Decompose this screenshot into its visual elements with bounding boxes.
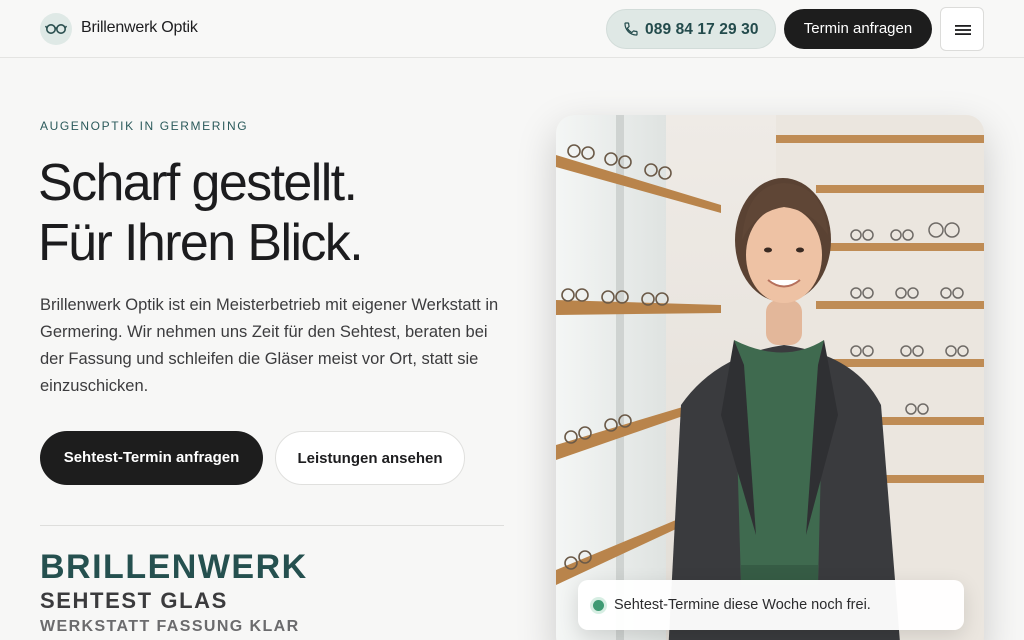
phone-number: 089 84 17 29 30 <box>645 21 759 38</box>
book-eye-test-button[interactable]: Sehtest-Termin anfragen <box>40 431 263 485</box>
brand-name[interactable]: Brillenwerk Optik <box>81 19 198 37</box>
appointment-button-label: Termin anfragen <box>803 20 913 37</box>
menu-button[interactable] <box>940 7 984 51</box>
hero-headline: Scharf gestellt. Für Ihren Blick. <box>38 153 364 273</box>
hero-photo <box>556 115 984 640</box>
site-header: Brillenwerk Optik 089 84 17 29 30 Termin… <box>0 0 1024 58</box>
book-eye-test-label: Sehtest-Termin anfragen <box>63 449 240 466</box>
hamburger-menu-icon <box>955 25 971 35</box>
ticker-line-3: WERKSTATT FASSUNG KLAR <box>40 618 300 635</box>
view-services-button[interactable]: Leistungen ansehen <box>275 431 465 485</box>
headline-line-1: Scharf gestellt. <box>38 154 358 212</box>
eyebrow-label: AUGENOPTIK IN GERMERING <box>40 119 249 133</box>
phone-icon <box>624 22 638 36</box>
ticker-line-1: BRILLENWERK <box>40 548 308 586</box>
view-services-label: Leistungen ansehen <box>297 450 443 467</box>
logo[interactable] <box>40 13 72 45</box>
headline-line-2: Für Ihren Blick. <box>38 214 364 272</box>
availability-status-text: Sehtest-Termine diese Woche noch frei. <box>614 597 871 613</box>
status-dot <box>593 600 604 611</box>
phone-button[interactable]: 089 84 17 29 30 <box>606 9 776 49</box>
availability-status-card: Sehtest-Termine diese Woche noch frei. <box>578 580 964 630</box>
divider <box>40 525 504 526</box>
hero-description: Brillenwerk Optik ist ein Meisterbetrieb… <box>40 296 499 395</box>
glasses-icon <box>45 24 67 34</box>
appointment-button[interactable]: Termin anfragen <box>784 9 932 49</box>
ticker-line-2: SEHTEST GLAS <box>40 588 228 613</box>
